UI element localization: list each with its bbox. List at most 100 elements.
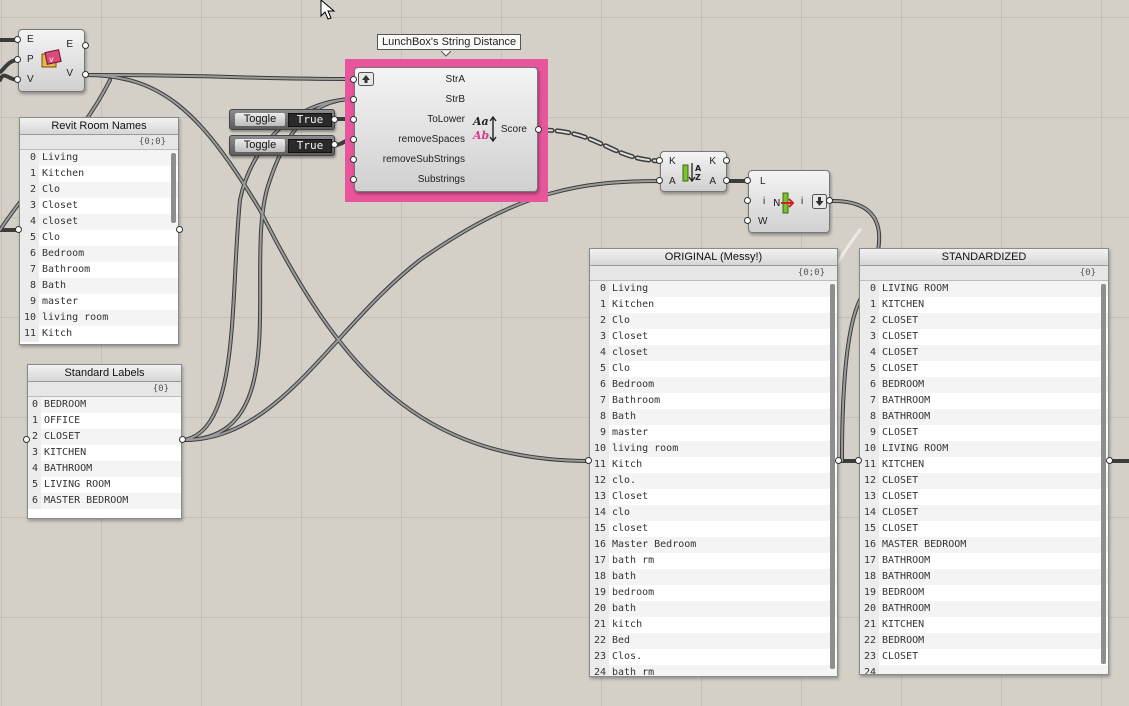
input-grip[interactable] [744,177,751,184]
list-item: 5 LIVING ROOM [28,477,181,493]
input-v[interactable]: V [27,74,34,85]
input-k[interactable]: K [669,156,676,167]
panel-standard-labels[interactable]: Standard Labels {0} 0 BEDROOM 1 OFFICE 2 CLOS… [27,364,182,519]
input-grip[interactable] [350,76,357,83]
output-grip[interactable] [535,126,542,133]
item-index: 6 [590,377,609,393]
item-value: closet [612,347,649,358]
panel-rows: 0 Living 1 Kitchen 2 Clo 3 Closet 4 closet 5 Clo 6 Be… [20,150,178,342]
input-i[interactable]: i [763,196,765,207]
item-value [879,665,882,674]
item-index: 17 [590,553,609,569]
list-item: 8 Bath [20,278,178,294]
case-convert-icon: Aa Ab [472,115,497,143]
scrollbar[interactable] [1101,284,1106,664]
item-index: 20 [860,601,879,617]
output-grip[interactable] [176,226,183,233]
toggle-value[interactable]: True [288,139,332,153]
input-str-a[interactable]: StrA [446,74,465,85]
input-grip[interactable] [14,36,21,43]
item-index: 2 [20,182,39,198]
output-grip[interactable] [826,197,833,204]
output-k[interactable]: K [709,156,716,167]
output-grip[interactable] [1106,457,1113,464]
output-grip[interactable] [723,177,730,184]
output-i[interactable]: i [801,196,803,207]
toggle-remove-spaces[interactable]: Toggle True [229,135,335,156]
output-grip[interactable] [82,71,89,78]
output-a[interactable]: A [709,176,716,187]
input-grip[interactable] [14,56,21,63]
item-value: CLOSET [882,315,919,326]
list-item-icon: N [773,192,795,214]
list-item-component[interactable]: L i W N i [748,170,830,233]
list-item: 7 Bathroom [20,262,178,278]
item-value: Living [612,283,649,294]
panel-original[interactable]: ORIGINAL (Messy!) {0;0} 0 Living 1 Kitchen 2… [589,248,838,677]
input-grip[interactable] [585,457,592,464]
input-w[interactable]: W [758,216,767,227]
item-index: 7 [590,393,609,409]
input-grip[interactable] [744,217,751,224]
scrollbar[interactable] [830,284,835,669]
input-grip[interactable] [855,457,862,464]
input-to-lower[interactable]: ToLower [427,114,465,125]
list-item: 11 Kitch [20,326,178,342]
input-grip[interactable] [14,76,21,83]
panel-standardized[interactable]: STANDARDIZED {0} 0 LIVING ROOM 1 KITCHEN 2 CL… [859,248,1109,675]
input-e[interactable]: E [27,34,34,45]
data-path: {0;0} [590,266,837,281]
scrollbar[interactable] [171,153,176,223]
list-item: 21 kitch [590,617,837,633]
input-grip[interactable] [744,197,751,204]
item-value: KITCHEN [882,459,925,470]
toggle-value[interactable]: True [288,113,332,127]
item-index: 20 [590,601,609,617]
output-grip[interactable] [179,436,186,443]
input-grip[interactable] [350,176,357,183]
input-grip[interactable] [350,136,357,143]
output-score[interactable]: Score [501,124,527,135]
output-grip[interactable] [331,141,338,148]
item-value: LIVING ROOM [44,479,111,490]
input-str-b[interactable]: StrB [446,94,465,105]
input-a[interactable]: A [669,176,676,187]
output-grip[interactable] [723,157,730,164]
list-item: 22 Bed [590,633,837,649]
input-grip[interactable] [15,226,22,233]
list-item: 16 Master Bedroom [590,537,837,553]
item-index: 2 [860,313,879,329]
sort-list-component[interactable]: K A K A A Z [660,151,727,192]
input-grip[interactable] [350,96,357,103]
input-grip[interactable] [656,157,663,164]
input-grip[interactable] [656,177,663,184]
output-grip[interactable] [331,116,338,123]
output-grip[interactable] [835,457,842,464]
revit-object-component[interactable]: E P V E V v [18,29,85,92]
output-grip[interactable] [82,42,89,49]
input-remove-substrings[interactable]: removeSubStrings [383,154,465,165]
input-l[interactable]: L [760,176,766,187]
item-index: 18 [590,569,609,585]
input-remove-spaces[interactable]: removeSpaces [398,134,465,145]
input-substrings[interactable]: Substrings [418,174,465,185]
panel-revit-room-names[interactable]: Revit Room Names {0;0} 0 Living 1 Kitchen 2 C… [19,117,179,345]
input-grip[interactable] [350,116,357,123]
string-distance-component[interactable]: StrA StrB ToLower removeSpaces removeSub… [354,67,538,192]
item-value: Clos. [612,651,643,662]
toggle-to-lower[interactable]: Toggle True [229,109,335,130]
list-item: 6 Bedroom [20,246,178,262]
input-grip[interactable] [23,436,30,443]
panel-title: ORIGINAL (Messy!) [590,249,837,266]
arrow-down-icon[interactable] [812,194,827,209]
item-value: master [42,296,79,307]
item-index: 19 [860,585,879,601]
output-v[interactable]: V [66,68,73,79]
item-index: 3 [860,329,879,345]
input-p[interactable]: P [27,54,34,65]
input-grip[interactable] [350,156,357,163]
item-index: 16 [860,537,879,553]
arrow-up-icon[interactable] [358,72,374,86]
output-e[interactable]: E [66,39,73,50]
item-index: 7 [20,262,39,278]
